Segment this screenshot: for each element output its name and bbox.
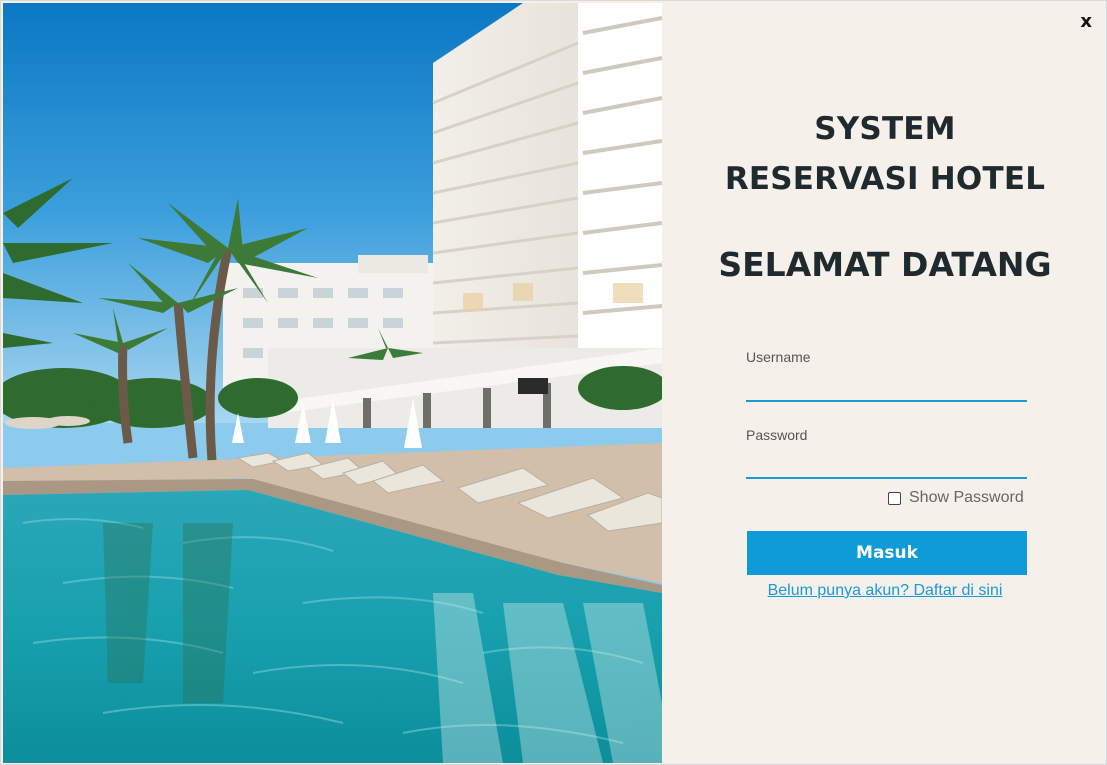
app-title-line2: RESERVASI HOTEL <box>724 161 1046 197</box>
welcome-heading: SELAMAT DATANG <box>718 245 1052 284</box>
show-password-checkbox[interactable] <box>888 491 901 505</box>
show-password-toggle[interactable]: Show Password <box>888 489 1024 507</box>
login-button[interactable]: Masuk <box>747 531 1027 575</box>
username-label: Username <box>746 349 811 365</box>
login-window: x SYSTEM RESERVASI HOTEL SELAMAT DATANG … <box>0 0 1107 765</box>
password-input[interactable] <box>746 453 1027 479</box>
hotel-pool-illustration <box>3 3 662 763</box>
register-link[interactable]: Belum punya akun? Daftar di sini <box>663 582 1106 600</box>
hotel-pool-image <box>3 3 662 763</box>
password-label: Password <box>746 427 808 443</box>
app-title-line1: SYSTEM <box>814 111 956 147</box>
username-input[interactable] <box>746 376 1027 402</box>
show-password-label: Show Password <box>909 489 1024 506</box>
close-button[interactable]: x <box>1080 11 1092 33</box>
